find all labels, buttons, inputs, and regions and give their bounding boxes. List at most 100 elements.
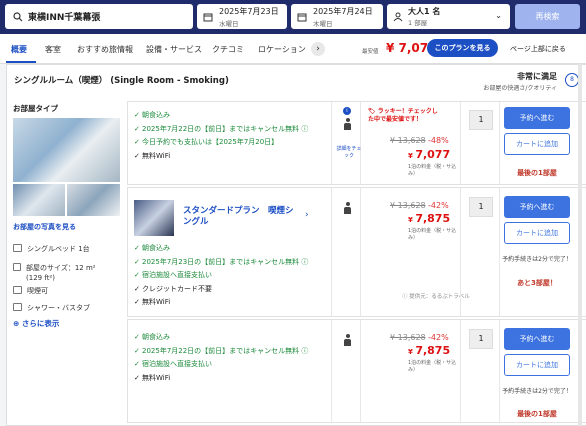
room-section: シングルルーム（喫煙） (Single Room - Smoking) 非常に満… [6,64,586,426]
tab-rooms[interactable]: 客室 [45,44,61,55]
checkin-day: 水曜日 [219,19,239,28]
person-icon [344,202,351,214]
feature-item: ✓ 宿泊施設へ直接支払い [134,360,212,368]
active-tab-indicator [6,61,36,63]
checkin-field[interactable]: 2025年7月23日 水曜日 [197,4,287,29]
discount-percent: -48% [428,136,449,145]
info-icon: ⓘ [301,257,309,266]
min-price-label: 最安値 [362,49,379,55]
chevron-down-icon: ⌄ [495,11,502,20]
per-night-note: 1泊の料金（税・サ込み） [408,360,457,373]
room-count: 1 部屋 [408,19,428,27]
chevron-right-icon[interactable]: › [305,210,309,220]
amenity-label: シングルベッド 1台 [27,245,90,253]
amenity-smoking: 喫煙可 [13,286,48,296]
tab-travel-info[interactable]: おすすめ旅情報 [77,44,133,55]
hotel-search-field[interactable]: 東横INN千葉幕張 [5,4,193,29]
availability-status: 最後の1部屋 [517,410,557,418]
room-quantity-select[interactable]: 1 [469,110,493,130]
book-button[interactable]: 予約へ進む [504,107,570,129]
availability-status: 最後の1部屋 [517,169,557,177]
feature-item: ✓ 2025年7月23日の【前日】まではキャンセル無料 ⓘ [134,257,309,266]
research-button[interactable]: 再検索 [515,4,580,29]
action-cell: 予約へ進む カートに追加 予約手続きは2分で完了！ あと3部屋！ [500,188,586,316]
amenity-bed: シングルベッド 1台 [13,244,90,254]
feature-item: ✓ 2025年7月22日の【前日】まではキャンセル無料 ⓘ [134,124,309,133]
plan-thumbnail[interactable] [134,200,174,236]
original-price: ¥ 13,628 [390,333,426,342]
show-more-link[interactable]: ⊕ さらに表示 [13,318,59,329]
rate-plan-row: スタンダードプラン 喫煙シングル › ✓ 朝食込み ✓ 2025年7月23日の【前日… [127,187,586,317]
person-icon [393,12,403,21]
feature-item: ✓ クレジットカード不要 [134,284,212,293]
action-cell: 予約へ進む カートに追加 最後の1部屋 [500,102,586,184]
feature-item: ✓ 無料WiFi [134,373,171,382]
feature-item: ✓ 朝食込み [134,244,170,252]
section-tabs: 概要 客室 おすすめ旅情報 設備・サービス クチコミ ロケーション › 最安値 … [0,34,586,64]
discount-percent: -42% [428,201,449,210]
scrollbar[interactable] [578,64,582,426]
add-to-cart-button[interactable]: カートに追加 [504,354,570,376]
tag-icon: 🏷 [368,108,376,115]
per-night-note: 1泊の料金（税・サ込み） [408,228,457,241]
back-to-top-link[interactable]: ページ上部に戻る [510,44,566,54]
current-price: ¥ 7,077 [408,148,451,161]
tab-reviews[interactable]: クチコミ [212,44,244,55]
amenity-bath: シャワー・バスタブ [13,303,90,313]
amenity-size: 部屋のサイズ：12 m² (129 ft²) [13,263,113,283]
quantity-cell: 1 [460,188,500,316]
room-title: シングルルーム（喫煙） (Single Room - Smoking) [14,76,229,86]
rate-plan-row: ✓ 朝食込み ✓ 2025年7月22日の【前日】まではキャンセル無料 ⓘ ✓ 今日予約… [127,101,586,185]
person-icon [344,118,351,130]
chevron-right-icon[interactable]: › [311,42,325,56]
feature-item: ✓ 宿泊施設へ直接支払い [134,271,212,279]
book-button[interactable]: 予約へ進む [504,196,570,218]
rating-subtitle: お部屋の快適さ/クオリティ [483,85,557,92]
tab-location[interactable]: ロケーション [258,44,306,55]
room-quantity-select[interactable]: 1 [469,329,493,349]
action-cell: 予約へ進む カートに追加 予約手続きは2分で完了！ 最後の1部屋 [500,320,586,422]
room-type-heading: お部屋タイプ [13,104,58,113]
quantity-cell: 1 [460,102,500,184]
guests-field[interactable]: 大人1 名 1 部屋 ⌄ [387,4,510,29]
checkout-field[interactable]: 2025年7月24日 木曜日 [291,4,383,29]
add-to-cart-button[interactable]: カートに追加 [504,222,570,244]
plan-features: ✓ 朝食込み ✓ 2025年7月22日の【前日】まではキャンセル無料 ⓘ ✓ 宿泊施設… [134,332,324,386]
tab-overview[interactable]: 概要 [11,44,27,55]
info-icon[interactable]: i [343,107,351,115]
book-button[interactable]: 予約へ進む [504,328,570,350]
feature-item: ✓ 無料WiFi [134,151,171,160]
see-room-photos-link[interactable]: お部屋の写真を見る [13,222,76,232]
booking-time-note: 予約手続きは2分で完了！ [502,388,572,395]
plan-features: ✓ 朝食込み ✓ 2025年7月23日の【前日】まではキャンセル無料 ⓘ ✓ 宿泊施設… [134,243,324,311]
smoking-icon [13,286,22,294]
per-night-note: 1泊の料金（税・サ込み） [408,164,457,177]
show-more-label: さらに表示 [21,319,60,328]
guest-count: 大人1 名 [408,7,441,16]
see-plan-button[interactable]: このプランを見る [427,39,498,57]
plan-features: ✓ 朝食込み ✓ 2025年7月22日の【前日】まではキャンセル無料 ⓘ ✓ 今日予約… [134,110,324,164]
amenity-label: 喫煙可 [27,287,48,295]
price-cell: ¥ 13,628 -42% ¥ 7,875 1泊の料金（税・サ込み） [362,320,462,422]
shower-icon [13,303,22,311]
details-link[interactable]: 詳細をチェック [335,145,363,159]
booking-time-note: 予約手続きは2分で完了！ [502,256,572,263]
info-icon: ⓘ [301,124,309,133]
rating-label: 非常に満足 [517,72,557,81]
availability-status: あと3部屋！ [517,279,557,287]
tab-facilities[interactable]: 設備・サービス [146,44,202,55]
room-photo-thumb[interactable] [13,184,65,216]
plan-name-link[interactable]: スタンダードプラン 喫煙シングル [183,206,298,228]
feature-item: ✓ 無料WiFi [134,298,171,306]
discount-percent: -42% [428,333,449,342]
add-to-cart-button[interactable]: カートに追加 [504,133,570,155]
room-photo-main[interactable] [13,118,120,182]
hotel-name: 東横INN千葉幕張 [28,13,101,23]
checkin-date: 2025年7月23日 [219,6,279,16]
search-icon [13,11,23,21]
capacity-cell [331,320,361,422]
room-quantity-select[interactable]: 1 [469,197,493,217]
lucky-badge: 🏷 ラッキー！チェックした中で最安値です！ [368,108,438,123]
feature-item: ✓ 今日予約でも支払いは【2025年7月20日】 [134,138,279,146]
room-photo-thumb[interactable] [67,184,120,216]
